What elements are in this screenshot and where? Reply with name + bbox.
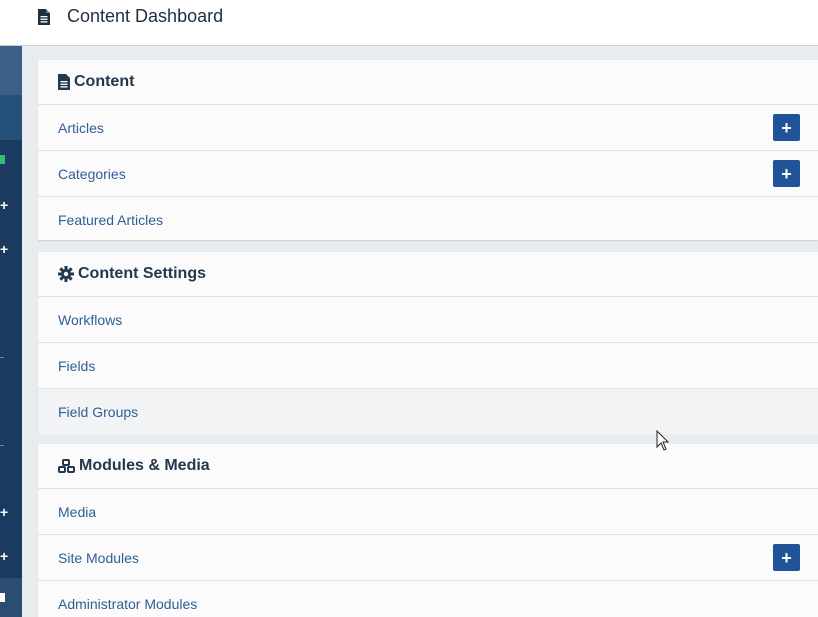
page-title: Content Dashboard xyxy=(67,6,224,26)
content-card: Content Articles + Categories + Featured… xyxy=(38,60,818,240)
file-icon xyxy=(58,74,70,90)
add-icon[interactable]: + xyxy=(0,505,8,519)
add-category-button[interactable]: + xyxy=(773,160,800,187)
add-site-module-button[interactable]: + xyxy=(773,544,800,571)
card-header: Modules & Media xyxy=(38,444,818,488)
list-item-categories[interactable]: Categories + xyxy=(38,150,818,196)
list-item-featured-articles[interactable]: Featured Articles xyxy=(38,196,818,242)
file-icon xyxy=(38,9,50,25)
site-modules-link[interactable]: Site Modules xyxy=(58,550,139,566)
gear-icon xyxy=(58,266,74,282)
categories-link[interactable]: Categories xyxy=(58,166,126,182)
media-link[interactable]: Media xyxy=(58,504,96,520)
workflows-link[interactable]: Workflows xyxy=(58,312,122,328)
sidebar-divider xyxy=(0,445,4,446)
card-header: Content xyxy=(38,60,818,104)
featured-articles-link[interactable]: Featured Articles xyxy=(58,212,163,228)
card-title: Modules & Media xyxy=(79,457,210,474)
card-title: Content xyxy=(74,73,135,90)
add-icon[interactable]: + xyxy=(0,549,8,563)
field-groups-link[interactable]: Field Groups xyxy=(58,404,138,420)
articles-link[interactable]: Articles xyxy=(58,120,104,136)
content-settings-card: Content Settings Workflows Fields Field … xyxy=(38,252,818,434)
page-header: Content Dashboard xyxy=(0,0,818,46)
dashboard-icon[interactable] xyxy=(0,155,5,164)
add-article-button[interactable]: + xyxy=(773,114,800,141)
sidebar-item-active[interactable] xyxy=(0,95,22,140)
list-item-administrator-modules[interactable]: Administrator Modules xyxy=(38,580,818,617)
list-item-media[interactable]: Media xyxy=(38,488,818,534)
list-item-articles[interactable]: Articles + xyxy=(38,104,818,150)
mouse-cursor-icon xyxy=(656,430,670,451)
sidebar-item-bottom[interactable] xyxy=(0,578,22,617)
administrator-modules-link[interactable]: Administrator Modules xyxy=(58,596,197,612)
sidebar-item-top[interactable] xyxy=(0,46,22,95)
add-icon[interactable]: + xyxy=(0,242,8,256)
list-item-workflows[interactable]: Workflows xyxy=(38,296,818,342)
cubes-icon xyxy=(58,458,75,473)
sidebar-divider xyxy=(0,357,4,358)
dashboard-icon xyxy=(0,593,5,602)
card-header: Content Settings xyxy=(38,252,818,296)
list-item-site-modules[interactable]: Site Modules + xyxy=(38,534,818,580)
card-title: Content Settings xyxy=(78,265,206,282)
list-item-field-groups[interactable]: Field Groups xyxy=(38,388,818,434)
main-content: Content Articles + Categories + Featured… xyxy=(22,47,818,617)
fields-link[interactable]: Fields xyxy=(58,358,95,374)
modules-media-card: Modules & Media Media Site Modules + Adm… xyxy=(38,444,818,617)
list-item-fields[interactable]: Fields xyxy=(38,342,818,388)
sidebar: + + + + xyxy=(0,46,22,617)
add-icon[interactable]: + xyxy=(0,198,8,212)
